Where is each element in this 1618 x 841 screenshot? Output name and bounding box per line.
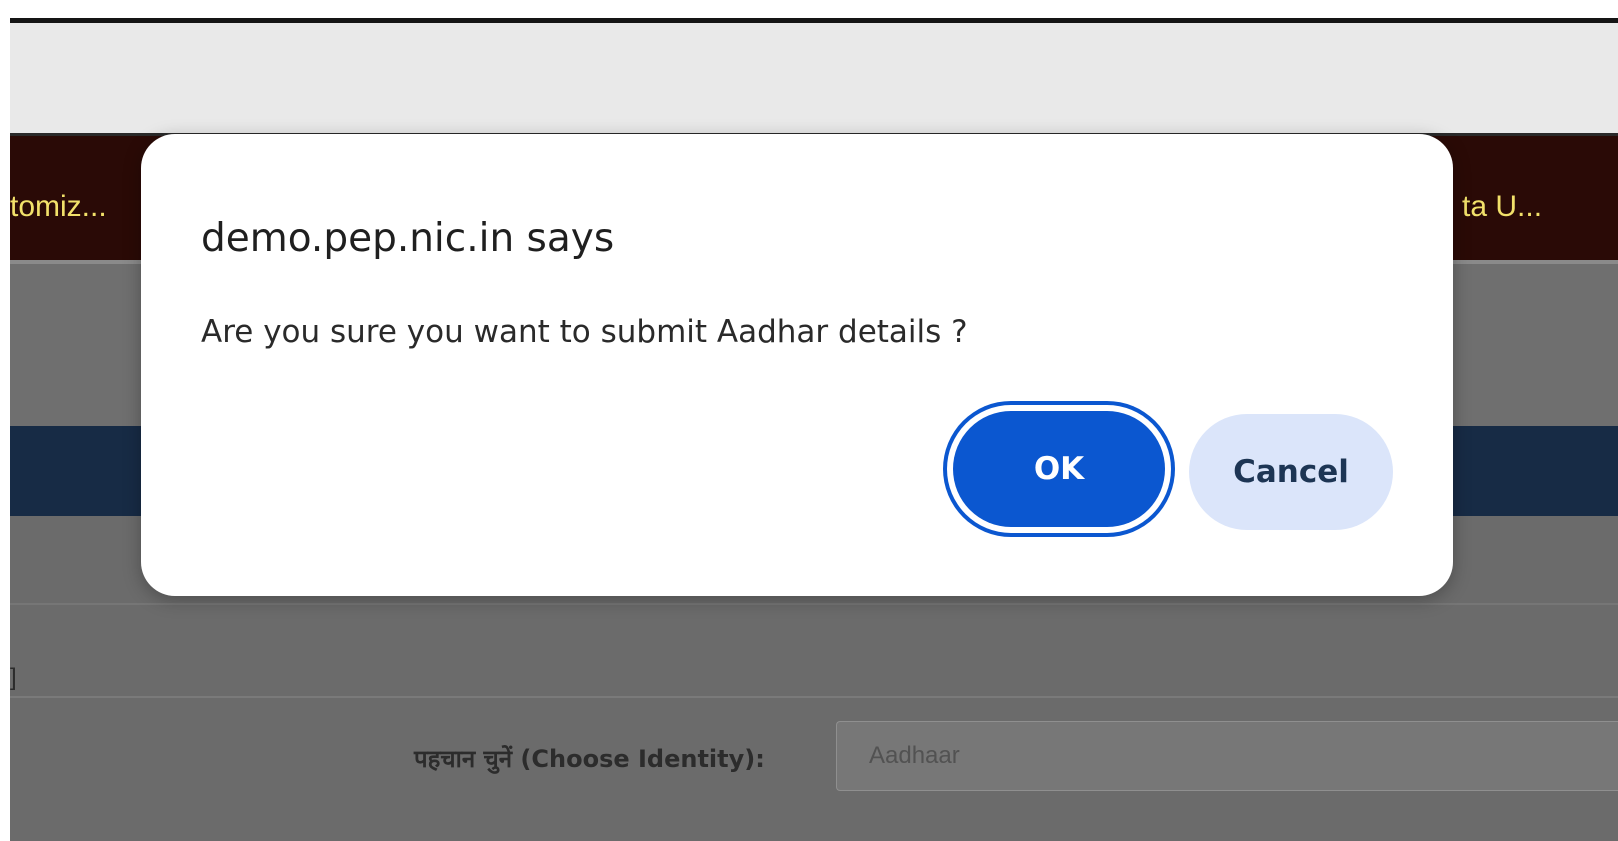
nav-item-left[interactable]: tomiz...: [10, 192, 107, 222]
browser-chrome: [10, 23, 1618, 133]
choose-identity-value: Aadhaar: [869, 742, 960, 769]
cancel-button[interactable]: Cancel: [1189, 414, 1393, 530]
left-edge-text-fragment: ]: [10, 664, 17, 691]
dialog-title: demo.pep.nic.in says: [201, 216, 615, 261]
content-divider-2: [10, 696, 1618, 698]
ok-button[interactable]: OK: [953, 411, 1165, 527]
content-divider-1: [10, 603, 1618, 605]
confirm-dialog: demo.pep.nic.in says Are you sure you wa…: [141, 134, 1453, 596]
choose-identity-label: पहचान चुनें (Choose Identity):: [414, 745, 765, 773]
nav-item-right[interactable]: ta U...: [1462, 192, 1542, 222]
choose-identity-select[interactable]: Aadhaar: [836, 721, 1618, 791]
dialog-message: Are you sure you want to submit Aadhar d…: [201, 314, 968, 350]
